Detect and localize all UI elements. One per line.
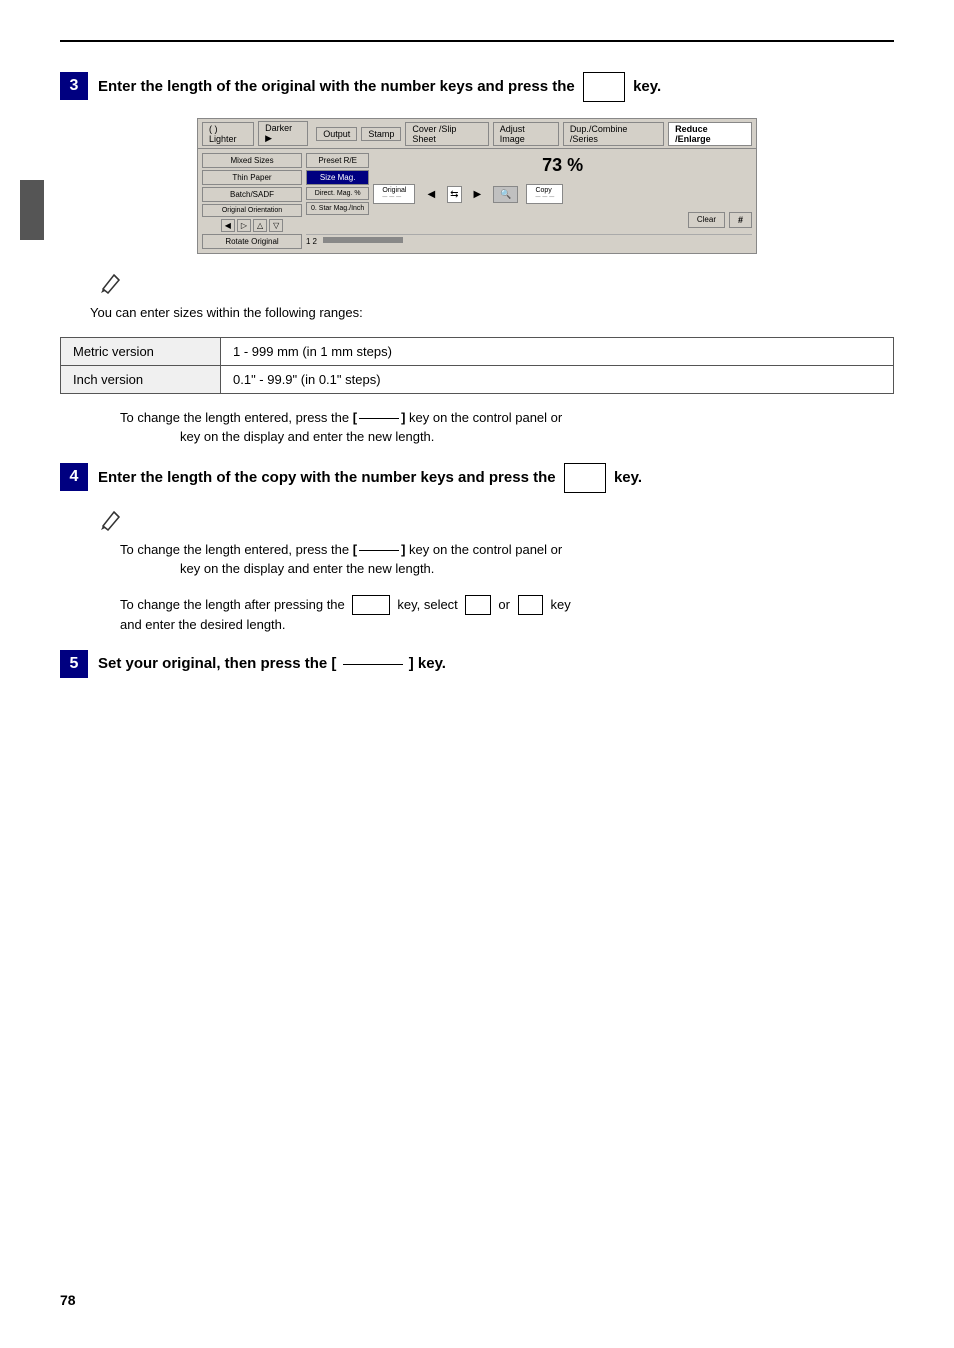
ui-copy-label: Copy	[535, 187, 554, 194]
ui-copy-box: Copy ─ ─ ─	[526, 184, 563, 204]
ui-cover-tab[interactable]: Cover /Slip Sheet	[405, 122, 488, 146]
ui-swap-icon[interactable]: ⇆	[447, 186, 461, 203]
table-row-inch: Inch version 0.1" - 99.9" (in 0.1" steps…	[61, 365, 894, 393]
ui-adjust-tab[interactable]: Adjust Image	[493, 122, 559, 146]
ui-orientation-btn1[interactable]: ◀	[221, 219, 235, 232]
ui-orientation-btn3[interactable]: △	[253, 219, 267, 232]
step-5-block: 5 Set your original, then press the [ ] …	[60, 650, 894, 678]
metric-range-cell: 1 - 999 mm (in 1 mm steps)	[221, 337, 894, 365]
step-3-block: 3 Enter the length of the original with …	[60, 72, 894, 102]
ui-progress-bar	[323, 237, 403, 243]
inch-version-cell: Inch version	[61, 365, 221, 393]
ui-rotate-original[interactable]: Rotate Original	[202, 234, 302, 249]
ui-bottom-row: Clear #	[373, 210, 752, 230]
ui-original-label: Original	[382, 187, 406, 194]
ui-left-arrow: ◀	[423, 189, 439, 200]
version-table: Metric version 1 - 999 mm (in 1 mm steps…	[60, 337, 894, 394]
ui-original-dash: ─ ─ ─	[382, 194, 406, 201]
step-4-text: Enter the length of the copy with the nu…	[98, 463, 894, 493]
ui-stamp-tab[interactable]: Stamp	[361, 127, 401, 141]
step-4-number: 4	[60, 463, 88, 491]
pencil-icon2	[100, 509, 122, 531]
pencil-icon	[100, 272, 122, 294]
note-icon-wrapper2	[100, 509, 894, 534]
metric-version-cell: Metric version	[61, 337, 221, 365]
top-border	[60, 40, 894, 42]
ui-right-arrow: ▶	[470, 189, 486, 200]
key-bracket-hash	[583, 72, 625, 102]
ui-mixed-sizes[interactable]: Mixed Sizes	[202, 153, 302, 168]
ui-orientation-btn2[interactable]: ▷	[237, 219, 251, 232]
note-intro: You can enter sizes within the following…	[90, 303, 894, 323]
ui-percent-display: 73 %	[373, 153, 752, 178]
ui-preset-re[interactable]: Preset R/E	[306, 153, 369, 168]
ui-copy-dash: ─ ─ ─	[535, 194, 554, 201]
step5-bracket-space	[343, 664, 403, 665]
change-note-step4a: To change the length entered, press the …	[120, 540, 894, 579]
ui-lighter-btn[interactable]: ( ) Lighter	[202, 122, 254, 146]
ui-sidebar: Mixed Sizes Thin Paper Batch/SADF Origin…	[202, 153, 302, 249]
change-note-step4b: To change the length after pressing the …	[120, 595, 894, 635]
ui-dup-tab[interactable]: Dup./Combine /Series	[563, 122, 664, 146]
ui-magnify-icon: 🔍	[493, 186, 518, 203]
step-5-text: Set your original, then press the [ ] ke…	[98, 650, 894, 678]
ui-hash-btn[interactable]: #	[729, 212, 752, 228]
ui-top-bar: ( ) Lighter Darker ▶ Output Stamp Cover …	[198, 119, 756, 149]
ui-size-mag[interactable]: Size Mag.	[306, 170, 369, 185]
ui-direct-mag[interactable]: Direct. Mag. %	[306, 187, 369, 200]
step-4-block: 4 Enter the length of the copy with the …	[60, 463, 894, 493]
ui-darker-btn[interactable]: Darker ▶	[258, 121, 308, 146]
ui-thin-paper[interactable]: Thin Paper	[202, 170, 302, 185]
ui-screenshot: ( ) Lighter Darker ▶ Output Stamp Cover …	[197, 118, 757, 254]
step-3-number: 3	[60, 72, 88, 100]
step-5-number: 5	[60, 650, 88, 678]
note-icon-wrapper	[100, 272, 894, 297]
ui-main: Preset R/E Size Mag. Direct. Mag. % 0. S…	[306, 153, 752, 249]
page-container: 3 Enter the length of the original with …	[0, 0, 954, 1348]
ui-orientation-btn4[interactable]: ▽	[269, 219, 283, 232]
page-number: 78	[60, 1292, 76, 1308]
ui-star-mag[interactable]: 0. Star Mag./Inch	[306, 202, 369, 215]
table-row-metric: Metric version 1 - 999 mm (in 1 mm steps…	[61, 337, 894, 365]
key-bracket-hash2	[564, 463, 606, 493]
ui-zoom-row: Original ─ ─ ─ ◀ ⇆ ▶ 🔍 Copy ─ ─ ─	[373, 182, 752, 206]
ui-clear-btn[interactable]: Clear	[688, 212, 725, 228]
change-note-step3: To change the length entered, press the …	[120, 408, 894, 447]
ui-original-orientation[interactable]: Original Orientation	[202, 204, 302, 217]
inch-range-cell: 0.1" - 99.9" (in 0.1" steps)	[221, 365, 894, 393]
ui-output-tab[interactable]: Output	[316, 127, 357, 141]
ui-reduce-tab[interactable]: Reduce /Enlarge	[668, 122, 752, 146]
ui-body: Mixed Sizes Thin Paper Batch/SADF Origin…	[198, 149, 756, 253]
ui-original-box: Original ─ ─ ─	[373, 184, 415, 204]
ui-number-row: 12	[306, 234, 752, 248]
left-sidebar-bar	[20, 180, 44, 240]
ui-batch-sadf[interactable]: Batch/SADF	[202, 187, 302, 202]
step-3-text: Enter the length of the original with th…	[98, 72, 894, 102]
